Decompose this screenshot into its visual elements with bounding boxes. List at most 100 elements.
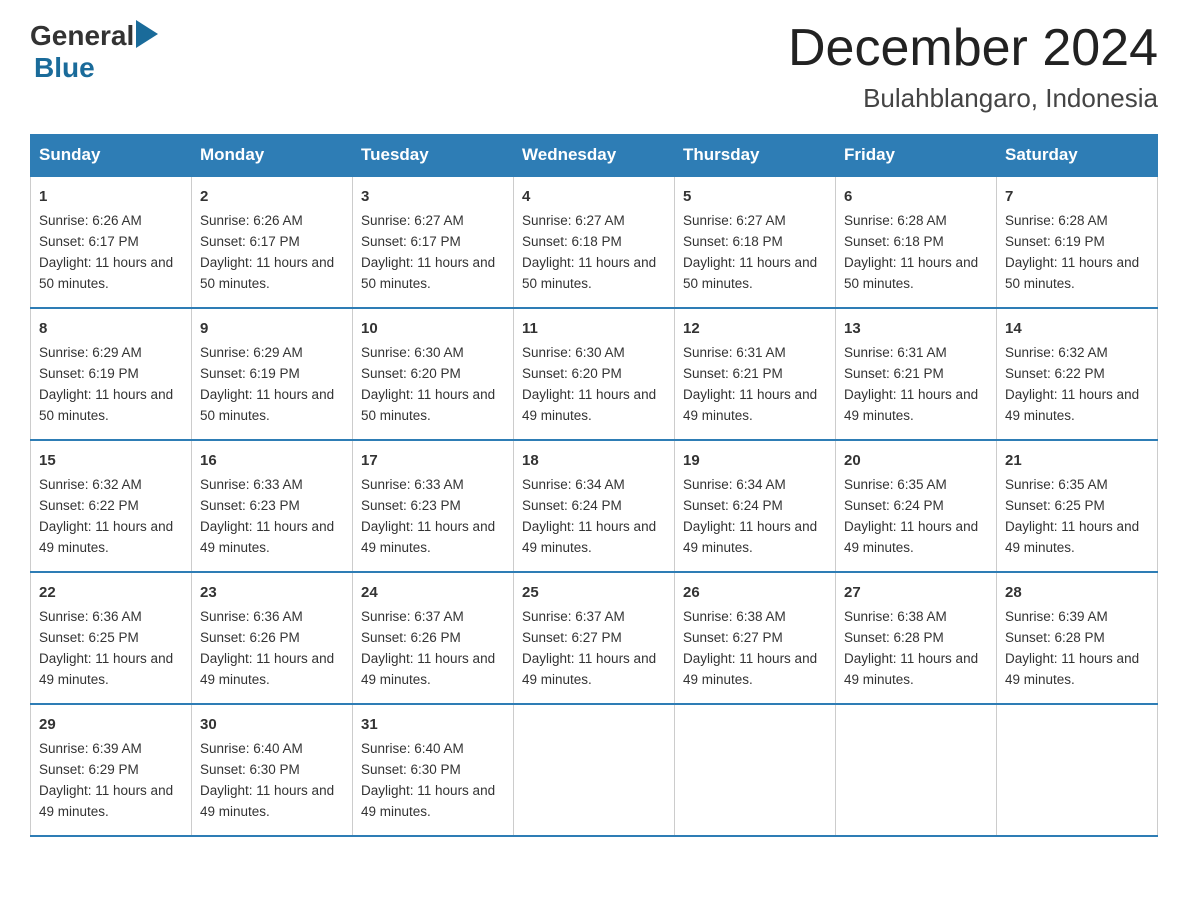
daylight-text: Daylight: 11 hours and 49 minutes. bbox=[1005, 387, 1139, 423]
calendar-cell: 7Sunrise: 6:28 AMSunset: 6:19 PMDaylight… bbox=[997, 176, 1158, 308]
sunrise-text: Sunrise: 6:33 AM bbox=[361, 477, 464, 492]
daylight-text: Daylight: 11 hours and 49 minutes. bbox=[200, 519, 334, 555]
daylight-text: Daylight: 11 hours and 49 minutes. bbox=[39, 783, 173, 819]
calendar-cell: 12Sunrise: 6:31 AMSunset: 6:21 PMDayligh… bbox=[675, 308, 836, 440]
daylight-text: Daylight: 11 hours and 49 minutes. bbox=[683, 651, 817, 687]
day-number: 16 bbox=[200, 449, 344, 472]
calendar-cell: 5Sunrise: 6:27 AMSunset: 6:18 PMDaylight… bbox=[675, 176, 836, 308]
calendar-cell bbox=[514, 704, 675, 836]
header-friday: Friday bbox=[836, 135, 997, 177]
day-number: 14 bbox=[1005, 317, 1149, 340]
calendar-cell: 19Sunrise: 6:34 AMSunset: 6:24 PMDayligh… bbox=[675, 440, 836, 572]
sunset-text: Sunset: 6:20 PM bbox=[522, 366, 622, 381]
calendar-cell: 23Sunrise: 6:36 AMSunset: 6:26 PMDayligh… bbox=[192, 572, 353, 704]
sunset-text: Sunset: 6:19 PM bbox=[200, 366, 300, 381]
sunset-text: Sunset: 6:24 PM bbox=[522, 498, 622, 513]
day-number: 1 bbox=[39, 185, 183, 208]
sunrise-text: Sunrise: 6:33 AM bbox=[200, 477, 303, 492]
sunrise-text: Sunrise: 6:30 AM bbox=[522, 345, 625, 360]
sunset-text: Sunset: 6:25 PM bbox=[39, 630, 139, 645]
calendar-cell: 24Sunrise: 6:37 AMSunset: 6:26 PMDayligh… bbox=[353, 572, 514, 704]
header-wednesday: Wednesday bbox=[514, 135, 675, 177]
day-number: 26 bbox=[683, 581, 827, 604]
daylight-text: Daylight: 11 hours and 50 minutes. bbox=[361, 255, 495, 291]
sunrise-text: Sunrise: 6:26 AM bbox=[200, 213, 303, 228]
day-number: 30 bbox=[200, 713, 344, 736]
daylight-text: Daylight: 11 hours and 50 minutes. bbox=[844, 255, 978, 291]
calendar-cell bbox=[836, 704, 997, 836]
calendar-cell: 20Sunrise: 6:35 AMSunset: 6:24 PMDayligh… bbox=[836, 440, 997, 572]
calendar-cell: 14Sunrise: 6:32 AMSunset: 6:22 PMDayligh… bbox=[997, 308, 1158, 440]
sunset-text: Sunset: 6:17 PM bbox=[200, 234, 300, 249]
calendar-cell: 6Sunrise: 6:28 AMSunset: 6:18 PMDaylight… bbox=[836, 176, 997, 308]
daylight-text: Daylight: 11 hours and 49 minutes. bbox=[361, 651, 495, 687]
calendar-cell: 2Sunrise: 6:26 AMSunset: 6:17 PMDaylight… bbox=[192, 176, 353, 308]
sunset-text: Sunset: 6:24 PM bbox=[683, 498, 783, 513]
daylight-text: Daylight: 11 hours and 49 minutes. bbox=[522, 651, 656, 687]
day-number: 8 bbox=[39, 317, 183, 340]
daylight-text: Daylight: 11 hours and 49 minutes. bbox=[522, 519, 656, 555]
sunset-text: Sunset: 6:19 PM bbox=[1005, 234, 1105, 249]
calendar-cell: 17Sunrise: 6:33 AMSunset: 6:23 PMDayligh… bbox=[353, 440, 514, 572]
day-number: 17 bbox=[361, 449, 505, 472]
page-header: General Blue December 2024 Bulahblangaro… bbox=[30, 20, 1158, 114]
sunset-text: Sunset: 6:30 PM bbox=[200, 762, 300, 777]
sunset-text: Sunset: 6:28 PM bbox=[844, 630, 944, 645]
sunrise-text: Sunrise: 6:27 AM bbox=[683, 213, 786, 228]
calendar-cell bbox=[997, 704, 1158, 836]
sunset-text: Sunset: 6:21 PM bbox=[683, 366, 783, 381]
header-tuesday: Tuesday bbox=[353, 135, 514, 177]
day-number: 11 bbox=[522, 317, 666, 340]
day-number: 13 bbox=[844, 317, 988, 340]
sunrise-text: Sunrise: 6:28 AM bbox=[844, 213, 947, 228]
day-number: 27 bbox=[844, 581, 988, 604]
sunrise-text: Sunrise: 6:32 AM bbox=[39, 477, 142, 492]
sunrise-text: Sunrise: 6:27 AM bbox=[522, 213, 625, 228]
daylight-text: Daylight: 11 hours and 49 minutes. bbox=[1005, 651, 1139, 687]
calendar-cell: 18Sunrise: 6:34 AMSunset: 6:24 PMDayligh… bbox=[514, 440, 675, 572]
daylight-text: Daylight: 11 hours and 49 minutes. bbox=[200, 783, 334, 819]
calendar-cell: 16Sunrise: 6:33 AMSunset: 6:23 PMDayligh… bbox=[192, 440, 353, 572]
day-number: 28 bbox=[1005, 581, 1149, 604]
sunrise-text: Sunrise: 6:39 AM bbox=[39, 741, 142, 756]
sunset-text: Sunset: 6:29 PM bbox=[39, 762, 139, 777]
day-number: 12 bbox=[683, 317, 827, 340]
daylight-text: Daylight: 11 hours and 50 minutes. bbox=[361, 387, 495, 423]
day-number: 22 bbox=[39, 581, 183, 604]
calendar-title-section: December 2024 Bulahblangaro, Indonesia bbox=[788, 20, 1158, 114]
day-number: 29 bbox=[39, 713, 183, 736]
sunset-text: Sunset: 6:23 PM bbox=[361, 498, 461, 513]
daylight-text: Daylight: 11 hours and 49 minutes. bbox=[522, 387, 656, 423]
calendar-table: SundayMondayTuesdayWednesdayThursdayFrid… bbox=[30, 134, 1158, 837]
logo: General Blue bbox=[30, 20, 158, 84]
daylight-text: Daylight: 11 hours and 49 minutes. bbox=[39, 519, 173, 555]
calendar-cell: 10Sunrise: 6:30 AMSunset: 6:20 PMDayligh… bbox=[353, 308, 514, 440]
daylight-text: Daylight: 11 hours and 50 minutes. bbox=[200, 255, 334, 291]
sunrise-text: Sunrise: 6:28 AM bbox=[1005, 213, 1108, 228]
sunset-text: Sunset: 6:22 PM bbox=[39, 498, 139, 513]
sunset-text: Sunset: 6:19 PM bbox=[39, 366, 139, 381]
calendar-cell: 31Sunrise: 6:40 AMSunset: 6:30 PMDayligh… bbox=[353, 704, 514, 836]
calendar-cell: 26Sunrise: 6:38 AMSunset: 6:27 PMDayligh… bbox=[675, 572, 836, 704]
sunrise-text: Sunrise: 6:36 AM bbox=[200, 609, 303, 624]
sunset-text: Sunset: 6:21 PM bbox=[844, 366, 944, 381]
sunset-text: Sunset: 6:17 PM bbox=[361, 234, 461, 249]
daylight-text: Daylight: 11 hours and 49 minutes. bbox=[1005, 519, 1139, 555]
daylight-text: Daylight: 11 hours and 49 minutes. bbox=[844, 519, 978, 555]
sunrise-text: Sunrise: 6:39 AM bbox=[1005, 609, 1108, 624]
calendar-cell: 22Sunrise: 6:36 AMSunset: 6:25 PMDayligh… bbox=[31, 572, 192, 704]
calendar-week-row: 1 Sunrise: 6:26 AM Sunset: 6:17 PM Daylight… bbox=[31, 176, 1158, 308]
sunrise-text: Sunrise: 6:29 AM bbox=[200, 345, 303, 360]
sunset-text: Sunset: 6:28 PM bbox=[1005, 630, 1105, 645]
calendar-cell: 4Sunrise: 6:27 AMSunset: 6:18 PMDaylight… bbox=[514, 176, 675, 308]
daylight-text: Daylight: 11 hours and 49 minutes. bbox=[683, 387, 817, 423]
daylight-text: Daylight: 11 hours and 50 minutes. bbox=[522, 255, 656, 291]
sunset-text: Sunset: 6:22 PM bbox=[1005, 366, 1105, 381]
calendar-cell: 1Sunrise: 6:26 AMSunset: 6:17 PMDaylight… bbox=[31, 176, 192, 308]
day-number: 6 bbox=[844, 185, 988, 208]
day-number: 31 bbox=[361, 713, 505, 736]
daylight-text: Daylight: 11 hours and 50 minutes. bbox=[39, 255, 173, 291]
daylight-text: Daylight: 11 hours and 50 minutes. bbox=[200, 387, 334, 423]
sunset-text: Sunset: 6:24 PM bbox=[844, 498, 944, 513]
sunrise-text: Sunrise: 6:26 AM bbox=[39, 213, 142, 228]
